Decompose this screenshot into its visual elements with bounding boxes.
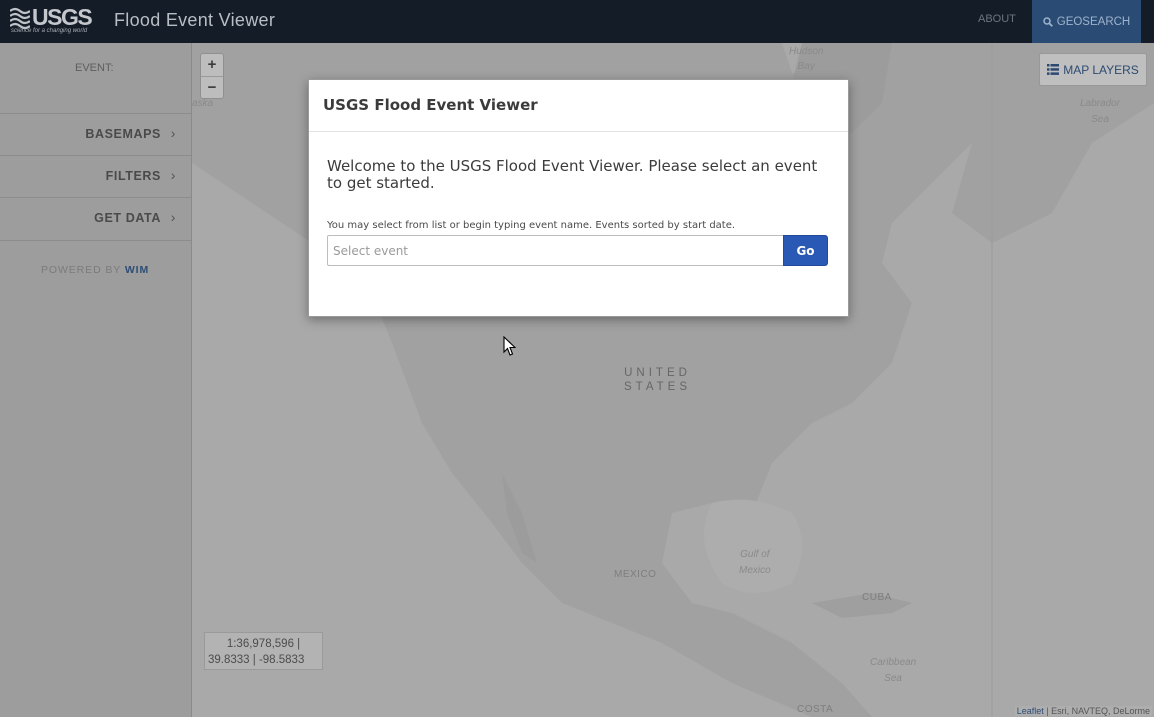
event-select-input[interactable] [327,235,784,266]
welcome-modal: USGS Flood Event Viewer Welcome to the U… [308,79,849,317]
sidebar-divider [0,240,191,241]
map-layers-label: MAP LAYERS [1063,62,1139,77]
scale-coordinates-readout: 1:36,978,596 | 39.8333 | -98.5833 [204,632,323,670]
powered-by-text: POWERED BY [41,264,121,276]
map-label-united-states: UNITED STATES [624,367,692,393]
zoom-control: + − [200,53,224,99]
sidebar-item-get-data[interactable]: GET DATA › [0,197,191,239]
map-layers-button[interactable]: MAP LAYERS [1039,53,1147,86]
scale-readout: 1:36,978,596 | [226,638,301,650]
sidebar: EVENT: BASEMAPS › FILTERS › GET DATA › P… [0,43,192,717]
attribution-text: | Esri, NAVTEQ, DeLorme [1043,706,1150,716]
usgs-wave-icon [10,7,30,29]
geosearch-button[interactable]: GEOSEARCH [1032,0,1141,43]
list-icon [1047,64,1060,75]
map-label-costa: COSTA [797,704,834,715]
event-label: EVENT: [75,62,114,74]
go-button[interactable]: Go [783,235,828,266]
sidebar-item-label: FILTERS [105,169,161,183]
sidebar-item-label: GET DATA [94,211,161,225]
wim-link[interactable]: WIM [125,264,149,276]
map-label-caribbean-sea: Caribbean Sea [870,657,917,684]
search-icon [1043,16,1053,27]
modal-header: USGS Flood Event Viewer [309,80,848,132]
map-label-mexico: MEXICO [614,569,657,580]
sidebar-item-basemaps[interactable]: BASEMAPS › [0,113,191,155]
powered-by: POWERED BY WIM [41,264,149,276]
chevron-right-icon: › [170,167,176,183]
map-label-hudson-bay: Hudson Bay [789,46,824,72]
zoom-in-button[interactable]: + [201,54,223,77]
about-link[interactable]: ABOUT [978,13,1016,25]
sidebar-item-label: BASEMAPS [85,127,161,141]
zoom-out-button[interactable]: − [201,77,223,99]
logo-tagline: science for a changing world [11,28,88,34]
sidebar-item-filters[interactable]: FILTERS › [0,155,191,197]
usgs-logo[interactable]: USGS science for a changing world [10,4,93,37]
mouse-cursor-icon [503,336,516,356]
welcome-message: Welcome to the USGS Flood Event Viewer. … [327,157,818,192]
modal-title: USGS Flood Event Viewer [323,96,538,114]
geosearch-label: GEOSEARCH [1056,15,1131,28]
map-label-alaska: aska [192,98,214,109]
chevron-right-icon: › [170,125,176,141]
navbar: USGS science for a changing world Flood … [0,0,1154,43]
coordinates-readout: 39.8333 | -98.5833 [208,654,305,666]
leaflet-link[interactable]: Leaflet [1017,706,1044,716]
map-label-labrador-sea: Labrador Sea [1080,98,1121,125]
map-label-gulf-of-mexico: Gulf of Mexico [739,549,771,576]
chevron-right-icon: › [170,209,176,225]
event-select-hint: You may select from list or begin typing… [327,220,736,231]
map-label-cuba: CUBA [862,592,892,603]
logo-text: USGS [32,4,93,30]
map-attribution: Leaflet | Esri, NAVTEQ, DeLorme [1014,706,1152,716]
app-title: Flood Event Viewer [114,10,276,30]
